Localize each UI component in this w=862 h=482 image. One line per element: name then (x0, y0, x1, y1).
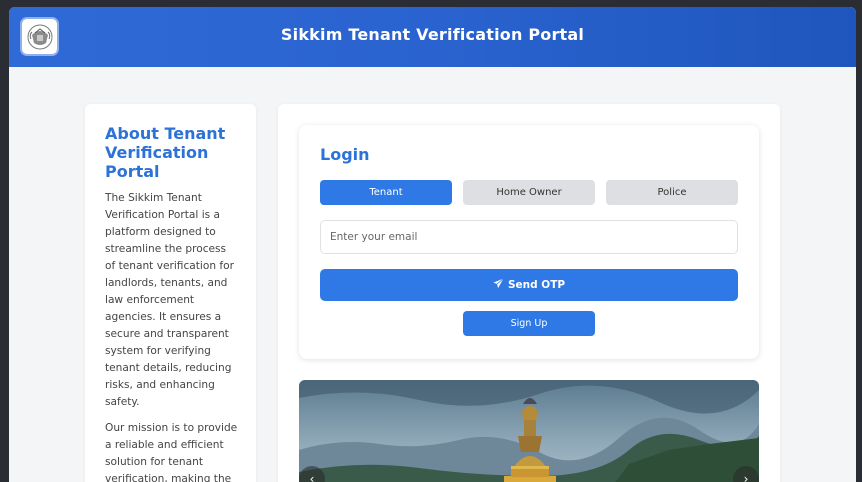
tab-police[interactable]: Police (606, 180, 738, 205)
image-carousel[interactable]: ‹ › (299, 380, 759, 482)
chevron-right-icon: › (743, 472, 749, 482)
mission-paragraph: Our mission is to provide a reliable and… (105, 422, 238, 482)
tab-tenant[interactable]: Tenant (320, 180, 452, 205)
buddha-statue-image (299, 380, 759, 482)
browser-viewport: Sikkim Tenant Verification Portal About … (9, 7, 856, 482)
about-paragraph: The Sikkim Tenant Verification Portal is… (105, 192, 234, 408)
page-title: Sikkim Tenant Verification Portal (280, 25, 585, 44)
site-header: Sikkim Tenant Verification Portal (9, 7, 856, 67)
chevron-left-icon: ‹ (309, 472, 315, 482)
about-heading: About Tenant Verification Portal (105, 124, 226, 181)
tab-home-owner[interactable]: Home Owner (463, 180, 595, 205)
main-panel: Login Tenant Home Owner Police Send OTP … (278, 104, 780, 482)
about-panel: About Tenant Verification Portal The Sik… (85, 104, 256, 482)
email-input[interactable] (320, 220, 738, 254)
sign-up-button[interactable]: Sign Up (463, 311, 595, 336)
login-card: Login Tenant Home Owner Police Send OTP … (299, 125, 759, 359)
send-otp-label: Send OTP (507, 279, 566, 291)
paper-plane-icon (493, 278, 504, 292)
send-otp-button[interactable]: Send OTP (320, 269, 738, 301)
login-title: Login (320, 145, 370, 164)
